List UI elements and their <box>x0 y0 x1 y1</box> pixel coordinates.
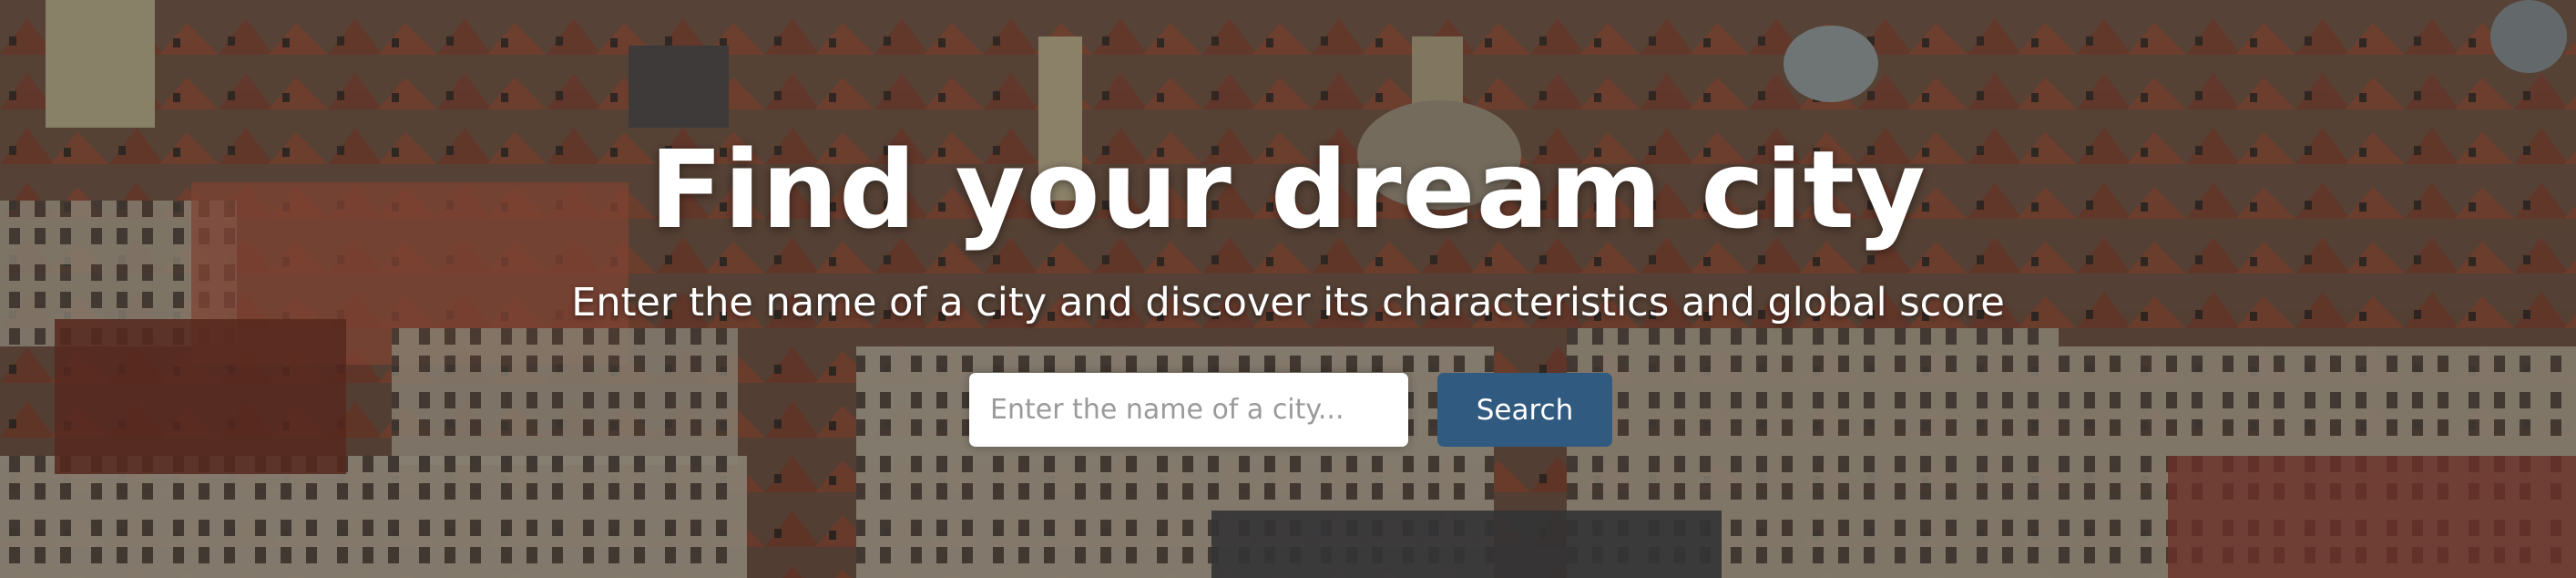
search-form: Search <box>969 373 1612 447</box>
hero-title: Find your dream city <box>649 127 1927 253</box>
hero-content: Find your dream city Enter the name of a… <box>0 0 2576 578</box>
hero-section: Find your dream city Enter the name of a… <box>0 0 2576 578</box>
search-button[interactable]: Search <box>1437 373 1612 447</box>
hero-subtitle: Enter the name of a city and discover it… <box>571 280 2005 325</box>
city-search-input[interactable] <box>969 373 1408 447</box>
